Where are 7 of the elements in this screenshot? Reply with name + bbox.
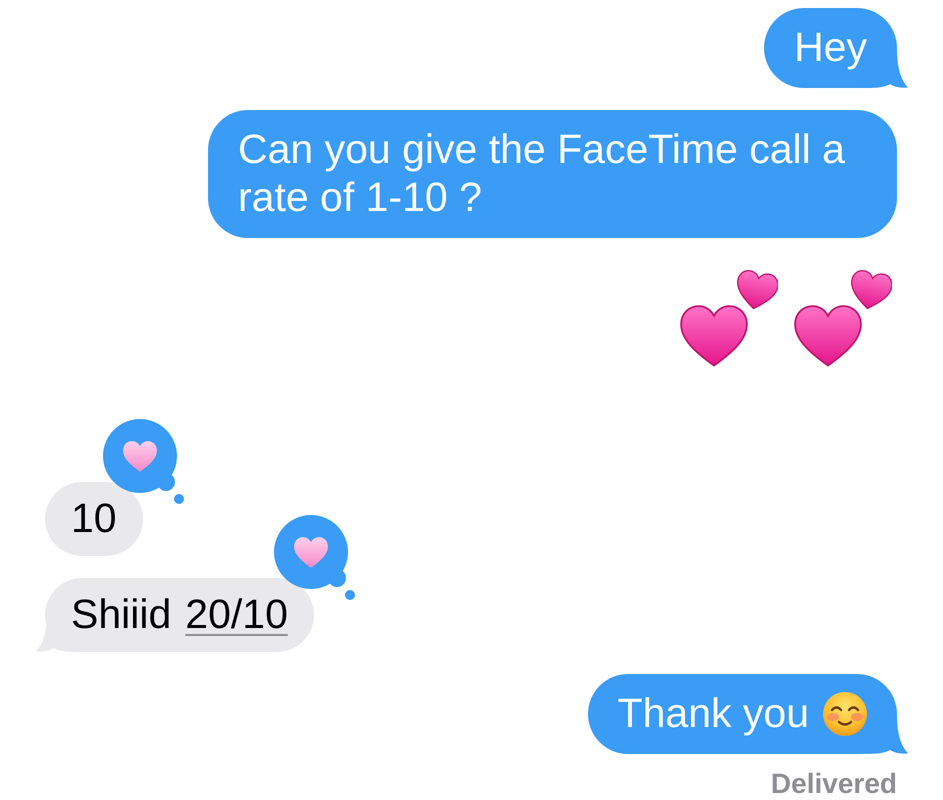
- delivery-status: Delivered: [770, 768, 897, 800]
- message-text: Hey: [794, 24, 867, 72]
- message-text: Thank you: [618, 690, 809, 738]
- message-text: Shiiid: [71, 590, 172, 639]
- detected-link[interactable]: 20/10: [185, 590, 288, 639]
- message-text: 10: [71, 494, 117, 543]
- message-text: Can you give the FaceTime call a rate of 1-10 ?: [238, 126, 846, 222]
